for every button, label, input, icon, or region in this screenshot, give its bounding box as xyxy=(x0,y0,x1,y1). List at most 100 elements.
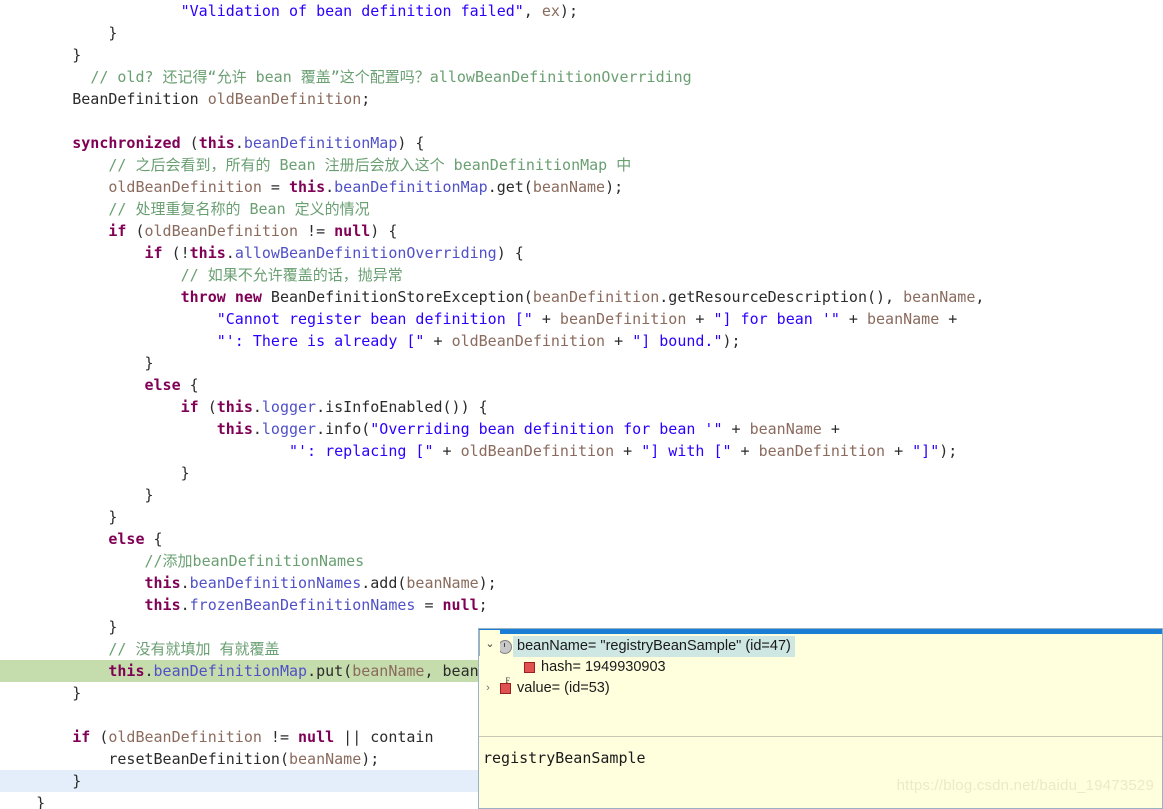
code-line[interactable]: this.frozenBeanDefinitionNames = null; xyxy=(0,594,1163,616)
code-token: if xyxy=(72,728,91,746)
code-token: + xyxy=(433,442,461,460)
code-token: + xyxy=(532,310,560,328)
code-token: logger xyxy=(261,398,317,416)
code-token: // 之后会看到，所有的 Bean 注册后会放入这个 beanDefinitio… xyxy=(108,156,632,174)
code-token: BeanDefinition xyxy=(0,90,208,108)
code-token: beanName xyxy=(866,310,940,328)
code-token: "': There is already [" xyxy=(216,332,425,350)
code-token: // 没有就填加 有就覆盖 xyxy=(108,640,280,658)
code-token: + xyxy=(939,310,958,328)
code-line[interactable]: else { xyxy=(0,528,1163,550)
code-token: } xyxy=(0,486,154,504)
code-line[interactable]: if (!this.allowBeanDefinitionOverriding)… xyxy=(0,242,1163,264)
code-token: this xyxy=(216,420,253,438)
code-token: beanName xyxy=(749,420,822,438)
variable-tree-row[interactable]: ⌄ beanName= "registryBeanSample" (id=47) xyxy=(479,636,1162,657)
code-token: ( xyxy=(180,134,199,152)
code-line[interactable]: } xyxy=(0,22,1163,44)
code-token: + xyxy=(839,310,867,328)
code-line[interactable]: if (oldBeanDefinition != null) { xyxy=(0,220,1163,242)
code-token: oldBeanDefinition xyxy=(207,90,362,108)
code-line[interactable]: synchronized (this.beanDefinitionMap) { xyxy=(0,132,1163,154)
code-token: frozenBeanDefinitionNames xyxy=(189,596,416,614)
code-line[interactable]: oldBeanDefinition = this.beanDefinitionM… xyxy=(0,176,1163,198)
code-line[interactable] xyxy=(0,110,1163,132)
variable-label: value= (id=53) xyxy=(517,680,610,696)
twisty-toggle-icon[interactable]: › xyxy=(479,678,497,699)
code-token: synchronized xyxy=(72,134,181,152)
code-token: beanDefinition xyxy=(532,288,660,306)
code-token: logger xyxy=(261,420,317,438)
code-token: + xyxy=(731,442,759,460)
code-line[interactable]: // 如果不允许覆盖的话，抛异常 xyxy=(0,264,1163,286)
code-token: else xyxy=(144,376,181,394)
code-token: . xyxy=(225,244,235,262)
code-line[interactable]: } xyxy=(0,44,1163,66)
debug-value-popup[interactable]: ⌄ beanName= "registryBeanSample" (id=47) h… xyxy=(478,628,1163,809)
code-line[interactable]: //添加beanDefinitionNames xyxy=(0,550,1163,572)
code-token: = xyxy=(261,178,289,196)
code-token: . xyxy=(252,398,262,416)
code-token: beanName xyxy=(288,750,362,768)
code-token: + xyxy=(424,332,452,350)
code-token: if xyxy=(180,398,199,416)
code-token: beanName xyxy=(406,574,479,592)
code-line[interactable]: // 处理重复名称的 Bean 定义的情况 xyxy=(0,198,1163,220)
code-line[interactable]: else { xyxy=(0,374,1163,396)
code-token: allowBeanDefinitionOverriding xyxy=(234,244,497,262)
code-line[interactable]: "': replacing [" + oldBeanDefinition + "… xyxy=(0,440,1163,462)
code-token: ); xyxy=(559,2,578,20)
field-square-icon xyxy=(521,662,537,673)
code-line[interactable]: throw new BeanDefinitionStoreException(b… xyxy=(0,286,1163,308)
code-token: //添加beanDefinitionNames xyxy=(144,552,365,570)
popup-expand-handle[interactable]: ⌄ xyxy=(479,630,500,656)
code-line[interactable]: if (this.logger.isInfoEnabled()) { xyxy=(0,396,1163,418)
code-token: beanDefinitionMap xyxy=(334,178,488,196)
code-line[interactable]: "Cannot register bean definition [" + be… xyxy=(0,308,1163,330)
code-token: ; xyxy=(478,596,488,614)
code-token: . xyxy=(180,574,190,592)
code-token: . xyxy=(325,178,335,196)
variable-tree-row[interactable]: hash= 1949930903 xyxy=(479,657,1162,678)
code-line[interactable]: "Validation of bean definition failed", … xyxy=(0,0,1163,22)
code-line[interactable]: } xyxy=(0,352,1163,374)
code-token: "] for bean '" xyxy=(713,310,840,328)
code-token: + xyxy=(885,442,913,460)
code-token: resetBeanDefinition( xyxy=(0,750,289,768)
code-token: { xyxy=(144,530,163,548)
code-line[interactable]: BeanDefinition oldBeanDefinition; xyxy=(0,88,1163,110)
code-line[interactable]: // 之后会看到，所有的 Bean 注册后会放入这个 beanDefinitio… xyxy=(0,154,1163,176)
code-line[interactable]: this.logger.info("Overriding bean defini… xyxy=(0,418,1163,440)
code-token: . xyxy=(234,134,244,152)
code-token: ); xyxy=(478,574,497,592)
code-token: oldBeanDefinition xyxy=(144,222,299,240)
code-token: } xyxy=(0,772,82,790)
code-line[interactable]: "': There is already [" + oldBeanDefinit… xyxy=(0,330,1163,352)
code-line[interactable]: this.beanDefinitionNames.add(beanName); xyxy=(0,572,1163,594)
code-line[interactable]: } xyxy=(0,484,1163,506)
code-token: ) { xyxy=(397,134,425,152)
code-token: + xyxy=(614,442,642,460)
final-field-square-icon xyxy=(497,677,513,694)
code-token: { xyxy=(180,376,199,394)
code-token: beanDefinitionNames xyxy=(189,574,362,592)
code-line[interactable]: } xyxy=(0,462,1163,484)
value-detail-pane[interactable]: registryBeanSample xyxy=(479,737,1162,808)
variable-tree[interactable]: ⌄ beanName= "registryBeanSample" (id=47) h… xyxy=(479,634,1162,738)
code-token: this xyxy=(189,244,226,262)
code-line[interactable]: // old? 还记得“允许 bean 覆盖”这个配置吗？allowBeanDe… xyxy=(0,66,1163,88)
code-line[interactable]: } xyxy=(0,506,1163,528)
variable-tree-row[interactable]: › value= (id=53) xyxy=(479,677,1162,699)
code-token: .get( xyxy=(487,178,533,196)
code-token: = xyxy=(415,596,443,614)
